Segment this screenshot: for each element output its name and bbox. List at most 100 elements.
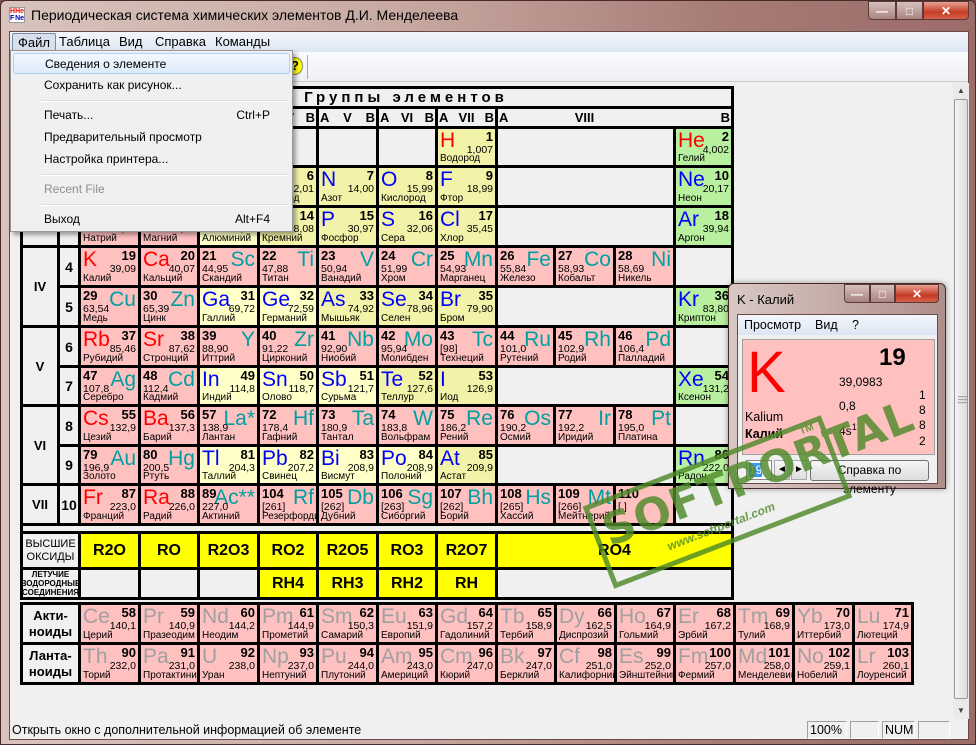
menu-view[interactable]: Вид xyxy=(114,33,148,51)
menu-item-save-as-image[interactable]: Сохранить как рисунок... xyxy=(13,75,290,96)
element-cell[interactable]: Sb 51 121,7 Сурьма xyxy=(319,368,376,404)
element-cell[interactable]: Cr 24 51,99 Хром xyxy=(379,248,435,285)
element-cell[interactable]: Mo 42 95,94 Молибден xyxy=(379,328,435,365)
element-cell[interactable]: Te 52 127,6 Теллур xyxy=(379,368,435,404)
menu-item-element-info[interactable]: Сведения о элементе xyxy=(13,53,290,74)
element-cell[interactable]: Ti 22 47,88 Титан xyxy=(260,248,316,285)
element-cell[interactable]: Sg 106 [263] Сиборгий xyxy=(379,486,435,523)
element-cell[interactable]: Pr 59 140,9 Празеодим xyxy=(141,605,197,642)
element-cell[interactable]: Tc 43 [98] Технеций xyxy=(438,328,495,365)
element-help-button[interactable]: Справка по элементу xyxy=(810,460,929,496)
element-cell[interactable]: Zr 40 91,22 Цирконий xyxy=(260,328,316,365)
element-cell[interactable]: W 74 183,8 Вольфрам xyxy=(379,407,435,444)
element-cell[interactable]: Cm 96 247,0 Кюрий xyxy=(438,645,495,682)
element-cell[interactable]: Ta 73 180,9 Тантал xyxy=(319,407,376,444)
element-cell[interactable]: Ge 32 72,59 Германий xyxy=(260,288,316,325)
element-cell[interactable]: La* 57 138,9 Лантан xyxy=(200,407,257,444)
element-window-close-button[interactable]: ✕ xyxy=(895,284,939,303)
scroll-down-arrow-icon[interactable]: ▼ xyxy=(953,703,969,719)
menu-about[interactable]: ? xyxy=(852,318,859,332)
element-cell[interactable]: Zn 30 65,39 Цинк xyxy=(141,288,197,325)
element-cell[interactable]: Nd 60 144,2 Неодим xyxy=(200,605,257,642)
element-cell[interactable]: Ho 67 164,9 Гольмий xyxy=(617,605,673,642)
element-cell[interactable]: Mt 109 [266] Мейтнерий xyxy=(556,486,613,523)
element-cell[interactable]: Bi 83 208,9 Висмут xyxy=(319,447,376,483)
element-cell[interactable]: In 49 114,8 Индий xyxy=(200,368,257,404)
element-number-input[interactable]: 19 xyxy=(746,460,772,480)
element-cell[interactable]: Th 90 232,0 Торий xyxy=(81,645,138,682)
element-cell[interactable]: Fm 100 257,0 Фермий xyxy=(676,645,733,682)
element-cell[interactable]: At 85 209,9 Астат xyxy=(438,447,495,483)
menu-view-mode[interactable]: Просмотр xyxy=(744,318,801,332)
element-cell[interactable]: Yb 70 173,0 Иттербий xyxy=(795,605,852,642)
element-cell[interactable]: Tl 81 204,3 Таллий xyxy=(200,447,257,483)
element-cell[interactable]: Lr 103 260,1 Лоуренсий xyxy=(855,645,911,682)
element-cell[interactable]: Cu 29 63,54 Медь xyxy=(81,288,138,325)
element-cell[interactable]: Pm 61 144,9 Прометий xyxy=(260,605,316,642)
menu-help[interactable]: Справка xyxy=(150,33,211,51)
element-cell[interactable]: Y 39 88,90 Иттрий xyxy=(200,328,257,365)
element-window-minimize-button[interactable]: — xyxy=(844,284,870,303)
element-cell[interactable]: Rf104[261]Резерфордий xyxy=(260,486,316,523)
element-cell[interactable]: Rn 86 222,0 Радон xyxy=(676,447,731,483)
element-cell[interactable]: Bh 107 [262] Борий xyxy=(438,486,495,523)
element-cell[interactable]: Au 79 196,9 Золото xyxy=(81,447,138,483)
element-cell[interactable]: No 102 259,1 Нобелий xyxy=(795,645,852,682)
element-cell[interactable]: Md 101 258,0 Менделевий xyxy=(736,645,792,682)
element-cell[interactable]: Db 105 [262] Дубний xyxy=(319,486,376,523)
element-cell[interactable]: Ra 88 226,0 Радий xyxy=(141,486,197,523)
element-cell[interactable]: Es 99 252,0 Эйнштейний xyxy=(617,645,673,682)
element-cell[interactable]: Am 95 243,0 Америций xyxy=(379,645,435,682)
element-cell[interactable]: Ce 58 140,1 Церий xyxy=(81,605,138,642)
element-cell[interactable]: Cs 55 132,9 Цезий xyxy=(81,407,138,444)
prev-element-button[interactable]: ◄ xyxy=(774,460,790,480)
element-cell[interactable]: Pd 46 106,4 Палладий xyxy=(616,328,673,365)
element-cell[interactable]: Sc 21 44,95 Скандий xyxy=(200,248,257,285)
element-cell[interactable]: Fr 87 223,0 Франций xyxy=(81,486,138,523)
element-cell[interactable]: Re 75 186,2 Рений xyxy=(438,407,495,444)
element-cell[interactable]: Pu 94 244,0 Плутоний xyxy=(319,645,376,682)
element-cell[interactable]: O 8 15,99 Кислород xyxy=(379,168,435,205)
element-cell[interactable]: Lu 71 174,9 Лютеций xyxy=(855,605,911,642)
element-cell[interactable]: F 9 18,99 Фтор xyxy=(438,168,495,205)
element-cell[interactable]: Rb 37 85,46 Рубидий xyxy=(81,328,138,365)
element-cell[interactable]: Hg 80 200,5 Ртуть xyxy=(141,447,197,483)
element-cell[interactable]: H 1 1,007 Водород xyxy=(438,129,495,165)
element-cell[interactable]: Sn 50 118,7 Олово xyxy=(260,368,316,404)
element-cell[interactable]: Ar 18 39,94 Аргон xyxy=(676,208,731,245)
menu-item-print[interactable]: Печать... Ctrl+P xyxy=(13,105,290,126)
menu-file[interactable]: Файл xyxy=(12,33,56,51)
element-cell[interactable]: Os 76 190,2 Осмий xyxy=(498,407,553,444)
element-cell[interactable]: 110[ ] xyxy=(616,486,673,523)
element-cell[interactable]: Ne 10 20,17 Неон xyxy=(676,168,731,205)
element-cell[interactable]: Dy 66 162,5 Диспрозий xyxy=(557,605,614,642)
menu-view[interactable]: Вид xyxy=(815,318,838,332)
element-cell[interactable]: Rh 45 102,9 Родий xyxy=(556,328,613,365)
maximize-button[interactable]: □ xyxy=(896,1,923,20)
element-cell[interactable]: Ca 20 40,07 Кальций xyxy=(141,248,197,285)
element-cell[interactable]: Nb 41 92,90 Ниобий xyxy=(319,328,376,365)
element-cell[interactable]: N 7 14,00 Азот xyxy=(319,168,376,205)
menu-table[interactable]: Таблица xyxy=(54,33,115,51)
element-cell[interactable]: Fe 26 55,84 Железо xyxy=(498,248,553,285)
element-cell[interactable]: Mn 25 54,93 Марганец xyxy=(438,248,495,285)
minimize-button[interactable]: — xyxy=(868,1,896,20)
element-cell[interactable]: Br 35 79,90 Бром xyxy=(438,288,495,325)
element-cell[interactable]: Ba 56 137,3 Барий xyxy=(141,407,197,444)
close-button[interactable]: ✕ xyxy=(923,1,969,20)
element-cell[interactable]: U 92 238,0 Уран xyxy=(200,645,257,682)
menu-item-exit[interactable]: Выход Alt+F4 xyxy=(13,209,290,230)
element-cell[interactable]: Po 84 208,9 Полоний xyxy=(379,447,435,483)
element-cell[interactable]: Cf 98 251,0 Калифорний xyxy=(557,645,614,682)
menu-item-printer-setup[interactable]: Настройка принтера... xyxy=(13,149,290,170)
element-cell[interactable]: Eu 63 151,9 Европий xyxy=(379,605,435,642)
element-cell[interactable]: Tm 69 168,9 Тулий xyxy=(736,605,792,642)
element-cell[interactable]: Gd 64 157,2 Гадолиний xyxy=(438,605,495,642)
menu-item-print-preview[interactable]: Предварительный просмотр xyxy=(13,127,290,148)
element-cell[interactable]: P 15 30,97 Фосфор xyxy=(319,208,376,245)
element-cell[interactable]: Co 27 58,93 Кобальт xyxy=(556,248,613,285)
element-cell[interactable]: Hs 108 [265] Хассий xyxy=(498,486,553,523)
scroll-up-arrow-icon[interactable]: ▲ xyxy=(953,83,969,99)
element-cell[interactable]: Np 93 237,0 Нептуний xyxy=(260,645,316,682)
menu-commands[interactable]: Команды xyxy=(210,33,275,51)
